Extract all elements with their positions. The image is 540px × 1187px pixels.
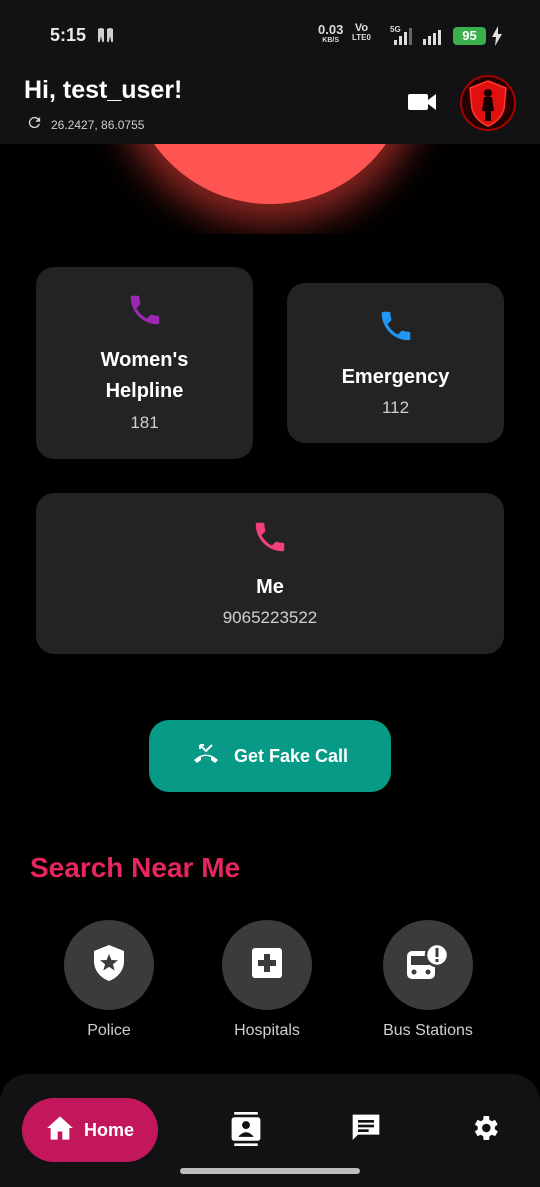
nav-home-button[interactable]: Home (22, 1098, 158, 1162)
video-camera-icon[interactable] (406, 90, 438, 114)
near-bus-stations[interactable]: Bus Stations (376, 920, 480, 1040)
phone-icon (126, 291, 164, 334)
emergency-number: 112 (381, 398, 410, 417)
nav-home-label: Home (83, 1119, 134, 1140)
signal-icon (388, 26, 414, 51)
location-row[interactable]: 26.2427, 86.0755 (26, 114, 144, 136)
police-button[interactable] (64, 920, 154, 1010)
helpline-title: Women's (100, 349, 189, 371)
me-card[interactable]: Me 9065223522 (36, 493, 504, 654)
status-time: 5:15 (50, 25, 87, 45)
near-police[interactable]: Police (64, 920, 154, 1040)
helpline-title-2: Helpline (105, 380, 184, 402)
app-header: Hi, test_user! 26.2427, 86.0755 (0, 72, 540, 144)
bus-alert-icon (405, 942, 451, 988)
contacts-icon[interactable] (230, 1112, 262, 1151)
home-icon (46, 1115, 74, 1146)
me-title: Me (256, 576, 284, 598)
hospitals-button[interactable] (222, 920, 312, 1010)
phone-icon (377, 307, 415, 350)
battery-indicator: 95 (453, 27, 486, 45)
app-notification-icon (96, 27, 116, 50)
emergency-card[interactable]: Emergency 112 (287, 283, 504, 443)
volte-indicator: Vo LTE0 (352, 22, 371, 43)
charging-icon (491, 26, 503, 51)
bottom-navigation: Home (0, 1074, 540, 1187)
network-speed: 0.03 KB/S (318, 22, 344, 44)
police-shield-icon (91, 943, 127, 988)
status-bar: 5:15 0.03 KB/S Vo LTE0 5G 95 (0, 0, 540, 72)
chat-icon[interactable] (350, 1112, 382, 1149)
fake-call-label: Get Fake Call (233, 745, 349, 766)
me-number: 9065223522 (222, 608, 318, 627)
hospital-plus-icon (249, 945, 285, 986)
signal-icon-2 (421, 29, 445, 50)
police-label: Police (87, 1022, 131, 1039)
coordinates-text: 26.2427, 86.0755 (51, 118, 145, 132)
avatar[interactable] (460, 75, 516, 131)
settings-icon[interactable] (469, 1112, 501, 1149)
refresh-icon[interactable] (26, 114, 43, 136)
womens-helpline-card[interactable]: Women's Helpline 181 (36, 267, 253, 459)
bus-stations-button[interactable] (383, 920, 473, 1010)
call-missed-icon (192, 743, 220, 770)
hospitals-label: Hospitals (234, 1022, 300, 1039)
search-near-me-title: Search Near Me (30, 852, 241, 883)
bus-stations-label: Bus Stations (383, 1022, 473, 1039)
emergency-title: Emergency (341, 366, 450, 388)
get-fake-call-button[interactable]: Get Fake Call (149, 720, 391, 792)
sos-area (0, 144, 540, 234)
phone-icon (251, 518, 289, 561)
sos-button[interactable] (128, 144, 412, 204)
helpline-number: 181 (130, 413, 159, 432)
near-hospitals[interactable]: Hospitals (212, 920, 322, 1040)
greeting-title: Hi, test_user! (24, 76, 183, 104)
gesture-bar (180, 1168, 360, 1174)
